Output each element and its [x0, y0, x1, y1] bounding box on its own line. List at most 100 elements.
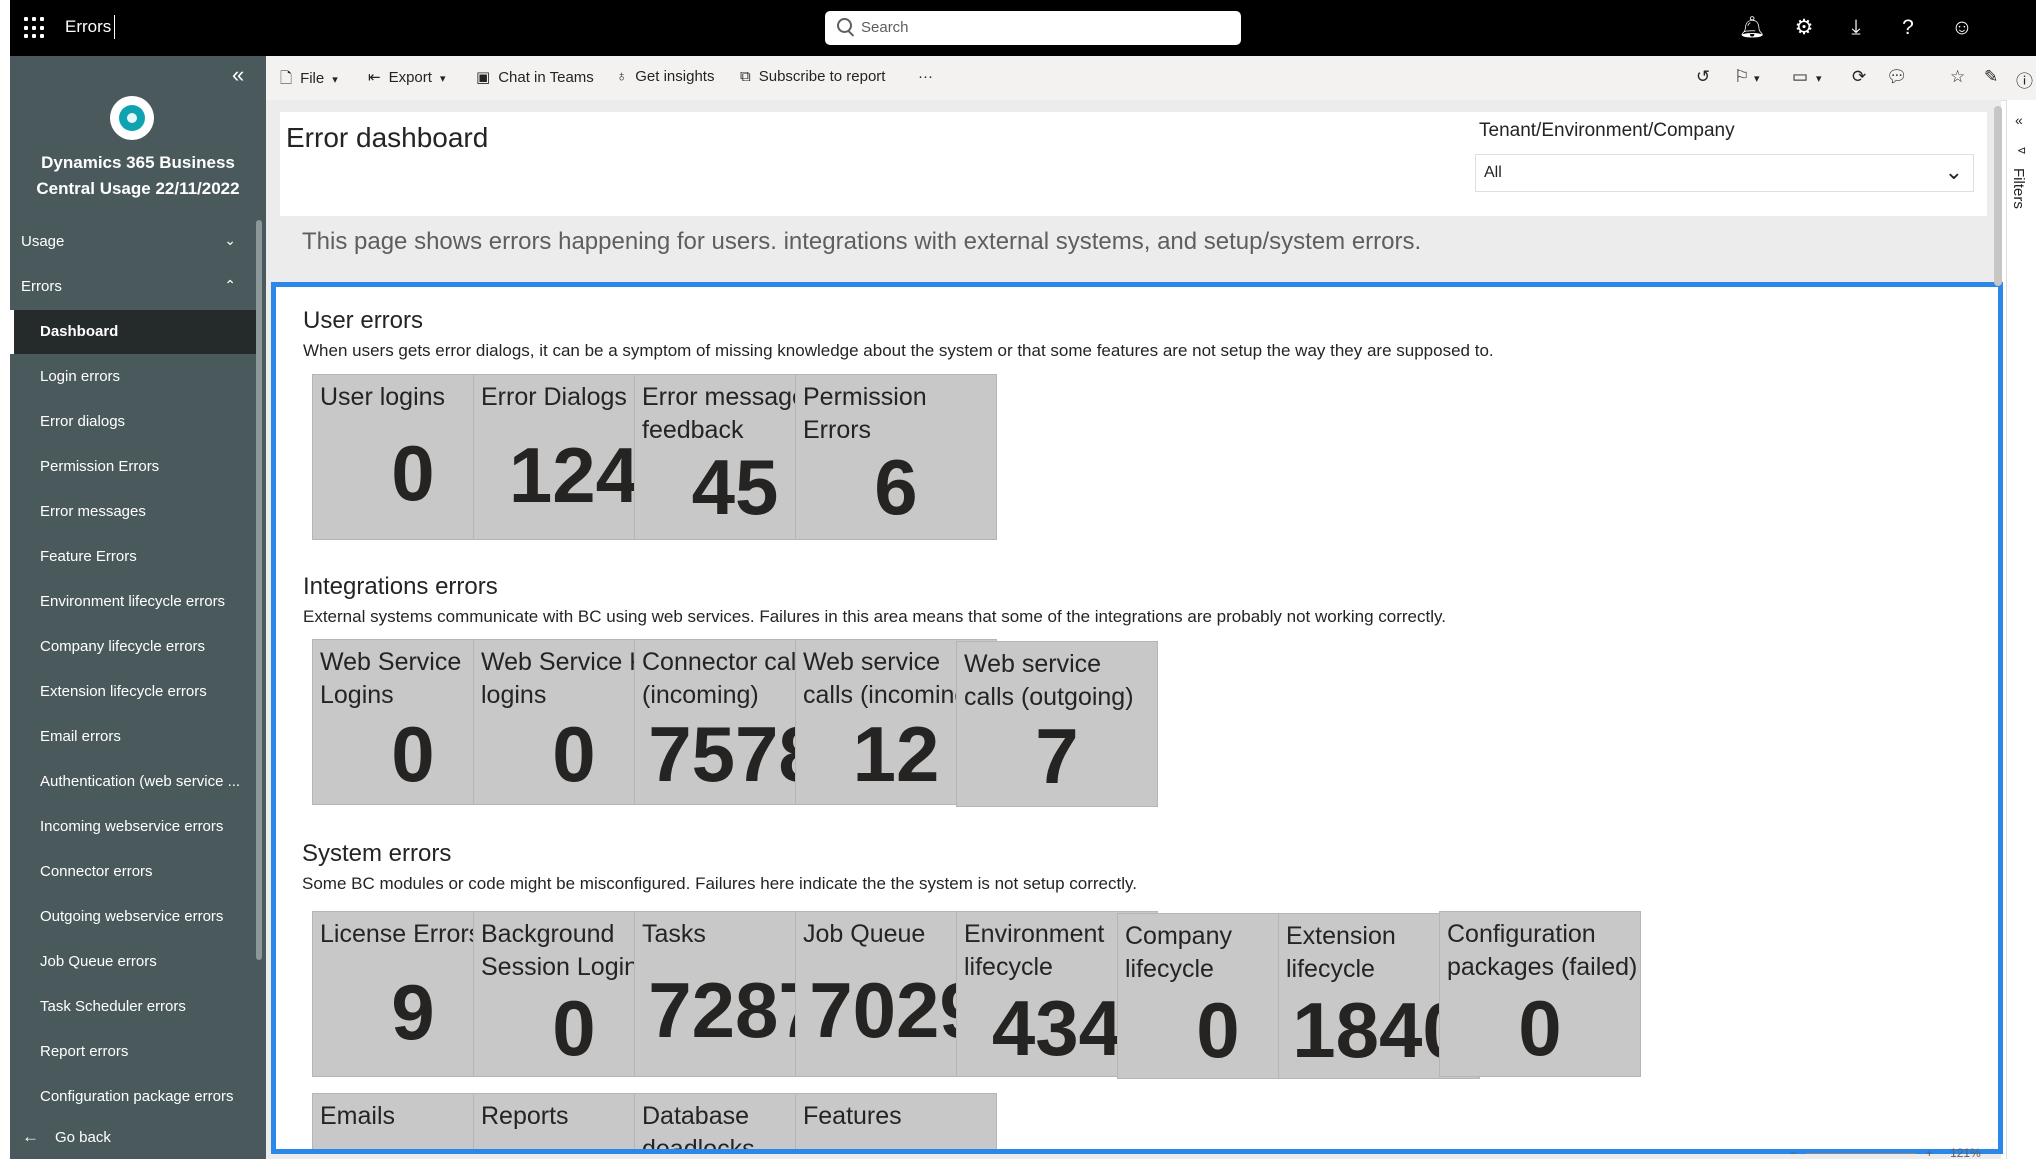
- help-icon[interactable]: ?: [1894, 14, 1922, 42]
- nav-item-connector-errors[interactable]: Connector errors: [10, 850, 256, 894]
- nav-item-outgoing-webservice-errors[interactable]: Outgoing webservice errors: [10, 895, 256, 939]
- nav-group-label: Usage: [21, 233, 65, 250]
- tile-features[interactable]: Features: [795, 1093, 997, 1149]
- nav-group-errors[interactable]: Errors ⌃: [10, 265, 256, 309]
- filters-pane-collapsed[interactable]: « ⊲: [2006, 100, 2036, 1159]
- canvas-scrollbar[interactable]: [1994, 106, 2002, 286]
- lightbulb-icon: ♁: [616, 68, 628, 85]
- nav-item-label: Login errors: [40, 368, 121, 385]
- search-box[interactable]: Search: [825, 11, 1241, 45]
- go-back-button[interactable]: ← Go back: [22, 1127, 111, 1147]
- search-placeholder: Search: [861, 19, 909, 36]
- nav-item-configuration-package-errors[interactable]: Configuration package errors: [10, 1075, 256, 1119]
- subscribe-label: Subscribe to report: [758, 68, 886, 85]
- zoom-out-icon[interactable]: −: [1790, 1146, 1797, 1160]
- tenant-filter-label: Tenant/Environment/Company: [1479, 120, 1735, 141]
- section-desc-integrations-errors: External systems communicate with BC usi…: [303, 607, 1446, 626]
- nav-group-usage[interactable]: Usage ⌄: [10, 220, 256, 264]
- nav-item-environment-lifecycle-errors[interactable]: Environment lifecycle errors: [10, 580, 256, 624]
- edit-icon[interactable]: ✎: [1984, 67, 1998, 87]
- zoom-in-icon[interactable]: +: [1926, 1146, 1933, 1160]
- app-launcher-icon[interactable]: [24, 17, 46, 39]
- chevron-down-icon[interactable]: ▾: [1754, 72, 1760, 85]
- tile-configuration-packages-failed[interactable]: Configuration packages (failed) 0: [1439, 911, 1641, 1077]
- nav-item-authentication[interactable]: Authentication (web service ...: [10, 760, 256, 804]
- page-description: This page shows errors happening for use…: [302, 228, 1422, 255]
- zoom-control[interactable]: − + 121%: [1790, 1146, 1981, 1160]
- view-icon[interactable]: ▭: [1792, 67, 1808, 87]
- nav-item-dashboard[interactable]: Dashboard: [10, 310, 256, 354]
- arrow-left-icon: ←: [22, 1127, 39, 1146]
- nav-item-label: Error messages: [40, 503, 146, 520]
- teams-icon: ▣: [476, 69, 491, 86]
- tenant-filter-dropdown[interactable]: All ⌄: [1475, 154, 1974, 192]
- top-bar: Errors Search 🔔︎ ⚙ ⤓ ? ☺: [10, 0, 2036, 56]
- nav-item-label: Extension lifecycle errors: [40, 683, 207, 700]
- nav-item-label: Permission Errors: [40, 458, 160, 475]
- report-name: Dynamics 365 Business Central Usage 22/1…: [36, 153, 240, 198]
- export-label: Export: [388, 69, 432, 86]
- filters-label[interactable]: Filters: [2010, 168, 2027, 209]
- nav-item-job-queue-errors[interactable]: Job Queue errors: [10, 940, 256, 984]
- error-tiles-visual[interactable]: User errors When users gets error dialog…: [271, 282, 2003, 1154]
- chat-in-teams-button[interactable]: ▣ Chat in Teams: [476, 68, 594, 86]
- reset-icon[interactable]: ↺: [1696, 67, 1710, 87]
- comment-icon[interactable]: 💬︎: [1886, 67, 1908, 87]
- business-central-logo: [110, 96, 154, 140]
- section-desc-system-errors: Some BC modules or code might be misconf…: [302, 874, 1137, 893]
- nav-item-incoming-webservice-errors[interactable]: Incoming webservice errors: [10, 805, 256, 849]
- file-menu-button[interactable]: 🗋 File ▾: [280, 68, 338, 93]
- get-insights-button[interactable]: ♁ Get insights: [616, 68, 714, 85]
- refresh-icon[interactable]: ⟳: [1852, 67, 1866, 87]
- go-back-label: Go back: [55, 1129, 111, 1146]
- tile-label: Web service calls (outgoing): [964, 650, 1134, 711]
- info-icon[interactable]: ⓘ: [2016, 67, 2033, 92]
- chevron-down-icon: ⌄: [224, 232, 236, 248]
- nav-item-label: Outgoing webservice errors: [40, 908, 224, 925]
- nav-item-label: Configuration package errors: [40, 1088, 234, 1105]
- nav-scrollbar[interactable]: [256, 220, 262, 960]
- tile-label: Configuration packages (failed): [1447, 920, 1638, 981]
- nav-item-login-errors[interactable]: Login errors: [10, 355, 256, 399]
- tile-value: 7: [1035, 712, 1079, 800]
- tile-web-service-calls-outgoing[interactable]: Web service calls (outgoing) 7: [956, 641, 1158, 807]
- subscribe-icon: ⧉: [740, 68, 751, 85]
- download-icon[interactable]: ⤓: [1842, 14, 1870, 42]
- nav-item-error-dialogs[interactable]: Error dialogs: [10, 400, 256, 444]
- expand-filters-icon[interactable]: «: [2015, 112, 2023, 128]
- nav-item-label: Dashboard: [40, 323, 119, 340]
- gear-icon[interactable]: ⚙: [1790, 14, 1818, 42]
- nav-item-permission-errors[interactable]: Permission Errors: [10, 445, 256, 489]
- title-divider: [114, 15, 115, 39]
- nav-item-company-lifecycle-errors[interactable]: Company lifecycle errors: [10, 625, 256, 669]
- zoom-slider[interactable]: [1806, 1153, 1917, 1155]
- favorite-icon[interactable]: ☆: [1950, 67, 1965, 87]
- section-desc-user-errors: When users gets error dialogs, it can be…: [303, 341, 1494, 360]
- nav-group-label: Errors: [21, 278, 62, 295]
- nav-item-task-scheduler-errors[interactable]: Task Scheduler errors: [10, 985, 256, 1029]
- nav-item-feature-errors[interactable]: Feature Errors: [10, 535, 256, 579]
- tile-permission-errors[interactable]: Permission Errors 6: [795, 374, 997, 540]
- report-navigation: « Dynamics 365 Business Central Usage 22…: [10, 56, 266, 1159]
- tile-value: 0: [1518, 984, 1562, 1072]
- section-title-integrations-errors: Integrations errors: [303, 573, 498, 600]
- filter-icon: ⊲: [2017, 145, 2027, 157]
- collapse-nav-icon[interactable]: «: [232, 62, 244, 88]
- nav-item-error-messages[interactable]: Error messages: [10, 490, 256, 534]
- subscribe-button[interactable]: ⧉ Subscribe to report: [740, 68, 885, 85]
- chevron-down-icon: ▾: [439, 73, 446, 85]
- more-options-button[interactable]: ···: [918, 68, 933, 85]
- bell-icon[interactable]: 🔔︎: [1738, 14, 1766, 42]
- bookmark-icon[interactable]: ⚐: [1734, 67, 1749, 87]
- nav-item-extension-lifecycle-errors[interactable]: Extension lifecycle errors: [10, 670, 256, 714]
- chevron-down-icon[interactable]: ▾: [1816, 72, 1822, 85]
- tenant-filter-value: All: [1484, 164, 1502, 181]
- nav-item-email-errors[interactable]: Email errors: [10, 715, 256, 759]
- chevron-down-icon: ▾: [332, 74, 338, 86]
- nav-item-label: Environment lifecycle errors: [40, 593, 226, 610]
- chat-label: Chat in Teams: [498, 69, 594, 86]
- smiley-icon[interactable]: ☺: [1948, 14, 1976, 42]
- nav-item-report-errors[interactable]: Report errors: [10, 1030, 256, 1074]
- nav-item-label: Job Queue errors: [40, 953, 157, 970]
- export-menu-button[interactable]: ⇤ Export ▾: [368, 68, 445, 86]
